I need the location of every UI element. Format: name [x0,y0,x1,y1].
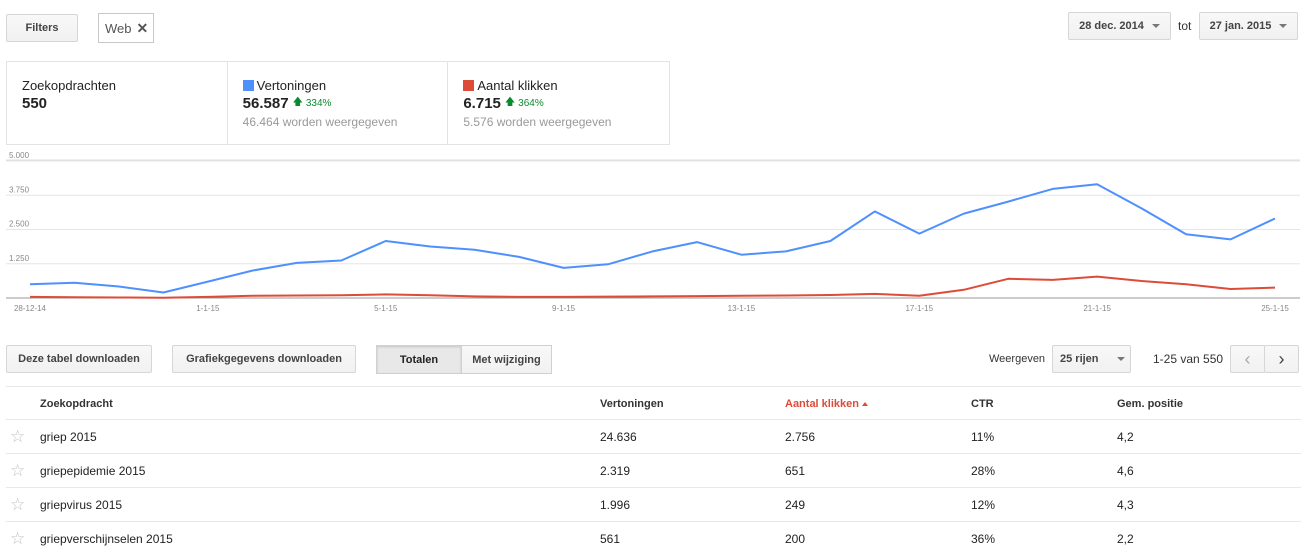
x-tick-label: 17-1-15 [905,304,933,313]
clicks-cell: 200 [785,532,806,546]
col-header-ctr[interactable]: CTR [971,387,994,421]
col-header-impressions[interactable]: Vertoningen [600,387,664,421]
arrow-up-icon: 🡅 [292,97,303,108]
date-separator: tot [1178,19,1192,33]
download-chart-data-button[interactable]: Grafiekgegevens downloaden [172,345,356,373]
summary-value: 550 [22,95,48,112]
summary-value: 6.715 [463,95,501,112]
table-row: ☆ griepverschijnselen 2015 561 200 36% 2… [6,522,1301,550]
star-icon[interactable]: ☆ [10,522,25,550]
previous-page-button[interactable]: ‹ [1230,345,1265,373]
query-cell[interactable]: griep 2015 [40,420,97,454]
summary-label: Vertoningen [256,78,327,93]
col-header-position[interactable]: Gem. positie [1117,387,1183,421]
summary-card-queries: Zoekopdrachten 550 [7,62,228,144]
delta-badge: 🡅 334% [293,95,332,112]
x-tick-label: 9-1-15 [552,304,576,313]
y-tick-label: 5.000 [9,151,30,160]
summary-panel: Zoekopdrachten 550 Vertoningen 56.587 🡅 3… [6,61,670,145]
chevron-down-icon [1116,357,1125,361]
clicks-cell: 249 [785,498,806,512]
date-from-select[interactable]: 28 dec. 2014 [1068,12,1171,40]
ctr-cell: 11% [971,430,995,444]
delta-value: 364% [518,98,544,109]
filter-chip-label: Web [105,20,132,36]
with-change-toggle[interactable]: Met wijziging [462,345,552,374]
summary-sub: 46.464 worden weergegeven [242,115,398,129]
x-tick-label: 1-1-15 [196,304,220,313]
legend-swatch-impressions [242,80,254,91]
query-cell[interactable]: griepepidemie 2015 [40,454,145,488]
summary-card-clicks[interactable]: Aantal klikken 6.715 🡅 364% 5.576 worden … [448,62,669,144]
totals-toggle[interactable]: Totalen [376,345,462,374]
filters-button[interactable]: Filters [6,14,78,42]
delta-value: 334% [305,98,332,109]
summary-sub: 5.576 worden weergegeven [463,115,612,129]
delta-badge: 🡅 364% [505,95,544,112]
chevron-down-icon [1279,24,1288,28]
table-header: Zoekopdracht Vertoningen Aantal klikken … [6,386,1301,420]
x-tick-label: 25-1-15 [1261,304,1289,313]
table-row: ☆ griepepidemie 2015 2.319 651 28% 4,6 [6,454,1301,488]
date-to-label: 27 jan. 2015 [1209,20,1272,32]
col-header-clicks[interactable]: Aantal klikken [785,387,868,421]
sort-asc-icon [861,402,868,407]
x-tick-label: 5-1-15 [374,304,398,313]
star-icon[interactable]: ☆ [10,454,25,488]
x-tick-label: 28-12-14 [14,304,47,313]
ctr-cell: 36% [971,532,996,546]
summary-card-impressions[interactable]: Vertoningen 56.587 🡅 334% 46.464 worden w… [228,62,449,144]
clicks-cell: 2.756 [785,430,816,444]
impressions-cell: 561 [600,532,621,546]
position-cell: 4,6 [1117,464,1134,478]
position-cell: 4,2 [1117,430,1134,444]
impressions-cell: 2.319 [600,464,631,478]
filter-chip-web: Web ✕ [98,13,154,43]
next-page-button[interactable]: › [1264,345,1299,373]
pagination-range: 1-25 van 550 [1153,352,1224,366]
summary-label: Zoekopdrachten [22,78,116,93]
x-tick-label: 21-1-15 [1083,304,1111,313]
summary-value: 56.587 [242,95,289,112]
rows-per-page-value: 25 rijen [1060,353,1099,365]
query-cell[interactable]: griepvirus 2015 [40,488,122,522]
star-icon[interactable]: ☆ [10,420,25,454]
y-tick-label: 1.250 [9,254,30,263]
y-tick-label: 3.750 [9,185,30,194]
rows-label: Weergeven [989,353,1046,365]
query-cell[interactable]: griepverschijnselen 2015 [40,522,173,550]
chevron-left-icon: ‹ [1244,348,1251,369]
impressions-cell: 1.996 [600,498,631,512]
ctr-cell: 28% [971,464,996,478]
date-from-label: 28 dec. 2014 [1079,20,1144,32]
chevron-down-icon [1151,24,1160,28]
star-icon[interactable]: ☆ [10,488,25,522]
x-tick-label: 13-1-15 [728,304,756,313]
view-toggle: Totalen Met wijziging [376,345,552,374]
y-tick-label: 2.500 [9,220,30,229]
ctr-cell: 12% [971,498,996,512]
legend-swatch-clicks [463,80,475,91]
table-row: ☆ griepvirus 2015 1.996 249 12% 4,3 [6,488,1301,522]
col-header-query[interactable]: Zoekopdracht [40,387,113,421]
queries-table: Zoekopdracht Vertoningen Aantal klikken … [6,386,1301,550]
close-icon[interactable]: ✕ [137,20,149,37]
summary-label: Aantal klikken [477,78,558,93]
position-cell: 2,2 [1117,532,1134,546]
download-table-button[interactable]: Deze tabel downloaden [6,345,152,373]
table-row: ☆ griep 2015 24.636 2.756 11% 4,2 [6,420,1301,454]
rows-per-page-select[interactable]: 25 rijen [1052,345,1131,373]
col-header-clicks-label: Aantal klikken [785,398,859,410]
arrow-up-icon: 🡅 [504,97,516,108]
position-cell: 4,3 [1117,498,1134,512]
impressions-cell: 24.636 [600,430,637,444]
date-to-select[interactable]: 27 jan. 2015 [1199,12,1298,40]
chevron-right-icon: › [1278,348,1285,369]
clicks-cell: 651 [785,464,806,478]
performance-chart: 1.250 2.500 3.750 5.000 28-12-14 1-1-15 5-1-15… [6,151,1300,313]
